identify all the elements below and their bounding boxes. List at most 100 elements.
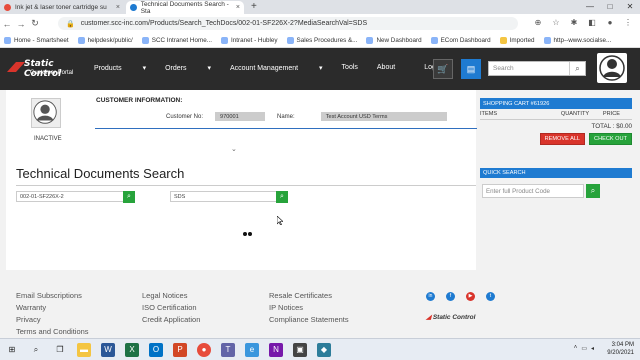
forward-icon[interactable]: → (14, 19, 28, 29)
bookmark-icon (543, 36, 551, 44)
bookmark-item[interactable]: ECom Dashboard (430, 36, 491, 44)
bookmark-icon (430, 36, 438, 44)
static-control-logo[interactable]: Static Control Customer Portal (6, 58, 82, 80)
nav-orders[interactable]: Orders ▾ (165, 64, 211, 72)
customer-no-value: 970001 (215, 112, 266, 121)
bookmark-item[interactable]: SCC Intranet Home... (141, 36, 212, 44)
nav-account-management[interactable]: Account Management ▾ (230, 64, 323, 72)
search-icon[interactable]: ⌕ (569, 62, 585, 75)
chrome-icon[interactable]: ● (197, 342, 211, 357)
close-icon[interactable]: × (116, 4, 120, 11)
logo-swoosh-icon (7, 62, 25, 72)
maximize-icon[interactable]: □ (600, 0, 620, 14)
footer-link[interactable]: Terms and Conditions (16, 326, 89, 338)
footer-link[interactable]: Privacy (16, 314, 89, 326)
edge-icon[interactable]: e (245, 342, 259, 357)
task-view-icon[interactable]: ❐ (53, 343, 67, 357)
taskbar-clock[interactable]: 3:04 PM 9/20/2021 (607, 341, 634, 357)
footer-link[interactable]: Warranty (16, 302, 89, 314)
word-icon[interactable]: W (101, 342, 115, 357)
clock-time: 3:04 PM (611, 342, 634, 348)
mouse-cursor-icon (277, 216, 283, 225)
footer-link[interactable]: IP Notices (269, 302, 349, 314)
url-field[interactable]: 🔒 customer.scc-inc.com/Products/Search_T… (58, 17, 518, 30)
part-search-button[interactable]: ⌕ (123, 191, 135, 203)
bookmark-item[interactable]: helpdesk/public/ (77, 36, 133, 44)
col-quantity: QUANTITY (560, 111, 590, 117)
zoom-icon[interactable]: ⊕ (532, 17, 544, 29)
teams-icon[interactable]: T (221, 342, 235, 357)
browser-tab-bar: Ink jet & laser toner cartridge su × Tec… (0, 0, 640, 15)
part-number-input[interactable]: 002-01-SF226X-2 (16, 191, 126, 202)
linkedin-icon[interactable]: in (426, 292, 435, 301)
extension-icon[interactable]: ✱ (568, 17, 580, 29)
product-code-input[interactable]: Enter full Product Code (482, 184, 584, 198)
user-avatar[interactable] (597, 53, 627, 83)
powerpoint-icon[interactable]: P (173, 342, 187, 357)
tab-tech-docs[interactable]: Technical Documents Search - Sta × (126, 0, 244, 15)
footer-link[interactable]: ISO Certification (142, 302, 200, 314)
bookmark-icon (286, 36, 294, 44)
back-icon[interactable]: ← (0, 19, 14, 29)
quick-search-button[interactable]: ⌕ (586, 184, 600, 198)
col-items: ITEMS (480, 111, 498, 117)
footer-col-1: Email Subscriptions Warranty Privacy Ter… (16, 290, 89, 338)
nav-products[interactable]: Products ▾ (94, 64, 146, 72)
windows-start-icon[interactable]: ⊞ (5, 343, 19, 357)
bookmark-item[interactable]: Imported (499, 36, 535, 44)
checkout-button[interactable]: CHECK OUT (589, 133, 632, 145)
footer-link[interactable]: Compliance Statements (269, 314, 349, 326)
close-icon[interactable]: × (236, 4, 240, 11)
documents-button[interactable]: ▤ (461, 59, 481, 79)
footer-link[interactable]: Resale Certificates (269, 290, 349, 302)
network-icon[interactable]: ▭ (581, 345, 587, 352)
loading-spinner (243, 232, 252, 236)
avatar-icon (599, 55, 625, 81)
cart-button[interactable]: 🛒 (433, 59, 453, 79)
search-icon[interactable]: ⌕ (29, 343, 43, 357)
extensions: ⊕ ☆ ✱ ◧ ● ⋮ (532, 17, 634, 29)
remove-all-button[interactable]: REMOVE ALL (539, 133, 586, 145)
footer-link[interactable]: Credit Application (142, 314, 200, 326)
chevron-up-icon[interactable]: ˄ (574, 345, 578, 352)
youtube-icon[interactable]: ▶ (466, 292, 475, 301)
bookmark-item[interactable]: http--www.socialse... (543, 36, 611, 44)
menu-dots-icon[interactable]: ⋮ (622, 17, 634, 29)
nav-about[interactable]: About (377, 64, 395, 72)
chevron-down-icon[interactable]: ⌄ (231, 145, 237, 153)
media-type-input[interactable]: SDS (170, 191, 278, 202)
tab-ink-jet[interactable]: Ink jet & laser toner cartridge su × (0, 1, 124, 14)
footer-link[interactable]: Legal Notices (142, 290, 200, 302)
minimize-icon[interactable]: — (580, 0, 600, 14)
customer-info: INACTIVE CUSTOMER INFORMATION: Customer … (6, 90, 477, 154)
bookmark-item[interactable]: New Dashboard (366, 36, 422, 44)
file-explorer-icon[interactable]: ▬ (77, 342, 91, 357)
nav-tools[interactable]: Tools (342, 64, 358, 72)
bookmark-item[interactable]: Home - Smartsheet (4, 36, 69, 44)
new-tab-icon[interactable]: + (251, 1, 257, 12)
app-icon[interactable]: ◆ (317, 342, 331, 357)
twitter-icon[interactable]: t (486, 292, 495, 301)
facebook-icon[interactable]: f (446, 292, 455, 301)
sidebar: SHOPPING CART #61926 ITEMS QUANTITY PRIC… (480, 98, 632, 198)
address-bar-row: ← → ↻ 🔒 customer.scc-inc.com/Products/Se… (0, 14, 640, 33)
outlook-icon[interactable]: O (149, 342, 163, 357)
header-search[interactable]: Search ⌕ (488, 61, 586, 76)
onenote-icon[interactable]: N (269, 342, 283, 357)
search-input[interactable]: Search (493, 65, 514, 72)
media-search-button[interactable]: ⌕ (276, 191, 288, 203)
volume-icon[interactable]: ◂ (591, 345, 594, 352)
puzzle-icon[interactable]: ◧ (586, 17, 598, 29)
excel-icon[interactable]: X (125, 342, 139, 357)
bookmark-item[interactable]: Sales Procedures &... (286, 36, 357, 44)
tab-title: Technical Documents Search - Sta (140, 0, 229, 15)
star-icon[interactable]: ☆ (550, 17, 562, 29)
app-icon[interactable]: ▣ (293, 342, 307, 357)
close-window-icon[interactable]: ✕ (620, 0, 640, 14)
windows-taskbar: ⊞ ⌕ ❐ ▬ W X O P ● T e N ▣ ◆ ˄ ▭ ◂ 3:04 P… (0, 338, 640, 360)
footer-link[interactable]: Email Subscriptions (16, 290, 89, 302)
footer-logo: ◢ Static Control (426, 314, 476, 321)
profile-icon[interactable]: ● (604, 17, 616, 29)
reload-icon[interactable]: ↻ (28, 18, 42, 29)
bookmark-item[interactable]: Intranet - Hubley (220, 36, 278, 44)
